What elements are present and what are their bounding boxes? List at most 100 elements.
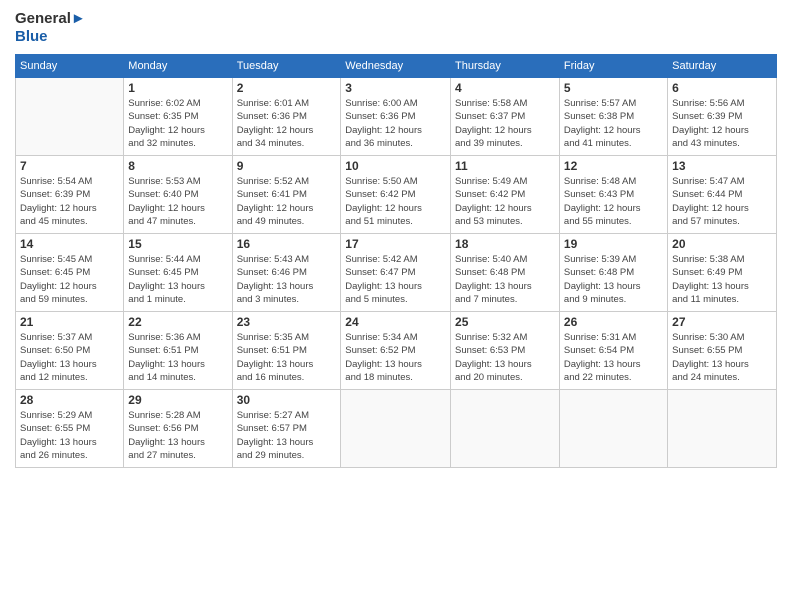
day-cell: 6 Sunrise: 5:56 AMSunset: 6:39 PMDaylight… (668, 78, 777, 156)
day-cell: 26 Sunrise: 5:31 AMSunset: 6:54 PMDayligh… (559, 312, 667, 390)
logo-blue-text: Blue (15, 28, 86, 46)
day-cell: 11 Sunrise: 5:49 AMSunset: 6:42 PMDayligh… (451, 156, 560, 234)
day-cell: 28Sunrise: 5:29 AMSunset: 6:55 PMDayligh… (16, 390, 124, 468)
day-cell: 4Sunrise: 5:58 AMSunset: 6:37 PMDaylight… (451, 78, 560, 156)
day-number: 25 (455, 315, 555, 329)
day-cell: 27Sunrise: 5:30 AMSunset: 6:55 PMDayligh… (668, 312, 777, 390)
logo-general-text: General► (15, 10, 86, 28)
day-number: 19 (564, 237, 663, 251)
day-detail: Sunrise: 5:27 AMSunset: 6:57 PMDaylight:… (237, 409, 337, 462)
day-cell: 20 Sunrise: 5:38 AMSunset: 6:49 PMDayligh… (668, 234, 777, 312)
day-cell: 23 Sunrise: 5:35 AMSunset: 6:51 PMDayligh… (232, 312, 341, 390)
day-number: 6 (672, 81, 772, 95)
day-cell: 5 Sunrise: 5:57 AMSunset: 6:38 PMDaylight… (559, 78, 667, 156)
day-number: 14 (20, 237, 119, 251)
week-row-3: 14 Sunrise: 5:45 AMSunset: 6:45 PMDayligh… (16, 234, 777, 312)
day-cell: 13Sunrise: 5:47 AMSunset: 6:44 PMDayligh… (668, 156, 777, 234)
day-detail: Sunrise: 5:38 AMSunset: 6:49 PMDaylight:… (672, 253, 772, 306)
weekday-header-sunday: Sunday (16, 55, 124, 78)
header: General► Blue (15, 10, 777, 46)
day-detail: Sunrise: 5:29 AMSunset: 6:55 PMDaylight:… (20, 409, 119, 462)
day-cell: 2Sunrise: 6:01 AMSunset: 6:36 PMDaylight… (232, 78, 341, 156)
day-detail: Sunrise: 6:02 AMSunset: 6:35 PMDaylight:… (128, 97, 227, 150)
day-detail: Sunrise: 5:40 AMSunset: 6:48 PMDaylight:… (455, 253, 555, 306)
day-number: 21 (20, 315, 119, 329)
logo: General► Blue (15, 10, 86, 46)
day-number: 7 (20, 159, 119, 173)
day-number: 20 (672, 237, 772, 251)
day-number: 30 (237, 393, 337, 407)
day-detail: Sunrise: 5:35 AMSunset: 6:51 PMDaylight:… (237, 331, 337, 384)
day-cell: 17 Sunrise: 5:42 AMSunset: 6:47 PMDayligh… (341, 234, 451, 312)
calendar-table: SundayMondayTuesdayWednesdayThursdayFrid… (15, 54, 777, 468)
day-detail: Sunrise: 5:32 AMSunset: 6:53 PMDaylight:… (455, 331, 555, 384)
day-cell: 15 Sunrise: 5:44 AMSunset: 6:45 PMDayligh… (124, 234, 232, 312)
day-cell: 12 Sunrise: 5:48 AMSunset: 6:43 PMDayligh… (559, 156, 667, 234)
day-detail: Sunrise: 5:48 AMSunset: 6:43 PMDaylight:… (564, 175, 663, 228)
day-cell: 22 Sunrise: 5:36 AMSunset: 6:51 PMDayligh… (124, 312, 232, 390)
day-cell: 16 Sunrise: 5:43 AMSunset: 6:46 PMDayligh… (232, 234, 341, 312)
day-detail: Sunrise: 5:37 AMSunset: 6:50 PMDaylight:… (20, 331, 119, 384)
day-cell (16, 78, 124, 156)
day-number: 1 (128, 81, 227, 95)
weekday-header-row: SundayMondayTuesdayWednesdayThursdayFrid… (16, 55, 777, 78)
weekday-header-saturday: Saturday (668, 55, 777, 78)
day-cell: 3 Sunrise: 6:00 AMSunset: 6:36 PMDaylight… (341, 78, 451, 156)
day-number: 8 (128, 159, 227, 173)
week-row-4: 21 Sunrise: 5:37 AMSunset: 6:50 PMDayligh… (16, 312, 777, 390)
day-number: 27 (672, 315, 772, 329)
day-cell (341, 390, 451, 468)
day-number: 22 (128, 315, 227, 329)
week-row-2: 7Sunrise: 5:54 AMSunset: 6:39 PMDaylight… (16, 156, 777, 234)
weekday-header-friday: Friday (559, 55, 667, 78)
day-detail: Sunrise: 5:50 AMSunset: 6:42 PMDaylight:… (345, 175, 446, 228)
day-number: 5 (564, 81, 663, 95)
day-number: 9 (237, 159, 337, 173)
day-number: 23 (237, 315, 337, 329)
day-number: 11 (455, 159, 555, 173)
day-cell: 9 Sunrise: 5:52 AMSunset: 6:41 PMDaylight… (232, 156, 341, 234)
day-cell: 8 Sunrise: 5:53 AMSunset: 6:40 PMDaylight… (124, 156, 232, 234)
day-cell: 21 Sunrise: 5:37 AMSunset: 6:50 PMDayligh… (16, 312, 124, 390)
day-number: 3 (345, 81, 446, 95)
day-number: 29 (128, 393, 227, 407)
day-cell (451, 390, 560, 468)
day-detail: Sunrise: 5:43 AMSunset: 6:46 PMDaylight:… (237, 253, 337, 306)
day-detail: Sunrise: 6:00 AMSunset: 6:36 PMDaylight:… (345, 97, 446, 150)
weekday-header-thursday: Thursday (451, 55, 560, 78)
day-cell: 14 Sunrise: 5:45 AMSunset: 6:45 PMDayligh… (16, 234, 124, 312)
day-number: 18 (455, 237, 555, 251)
day-cell: 25 Sunrise: 5:32 AMSunset: 6:53 PMDayligh… (451, 312, 560, 390)
day-detail: Sunrise: 5:58 AMSunset: 6:37 PMDaylight:… (455, 97, 555, 150)
day-detail: Sunrise: 5:57 AMSunset: 6:38 PMDaylight:… (564, 97, 663, 150)
day-detail: Sunrise: 5:42 AMSunset: 6:47 PMDaylight:… (345, 253, 446, 306)
day-cell: 24Sunrise: 5:34 AMSunset: 6:52 PMDayligh… (341, 312, 451, 390)
day-detail: Sunrise: 5:31 AMSunset: 6:54 PMDaylight:… (564, 331, 663, 384)
weekday-header-wednesday: Wednesday (341, 55, 451, 78)
day-number: 15 (128, 237, 227, 251)
day-detail: Sunrise: 5:44 AMSunset: 6:45 PMDaylight:… (128, 253, 227, 306)
day-cell: 7Sunrise: 5:54 AMSunset: 6:39 PMDaylight… (16, 156, 124, 234)
day-cell: 29 Sunrise: 5:28 AMSunset: 6:56 PMDayligh… (124, 390, 232, 468)
day-detail: Sunrise: 5:45 AMSunset: 6:45 PMDaylight:… (20, 253, 119, 306)
day-detail: Sunrise: 5:56 AMSunset: 6:39 PMDaylight:… (672, 97, 772, 150)
weekday-header-monday: Monday (124, 55, 232, 78)
day-number: 2 (237, 81, 337, 95)
day-number: 16 (237, 237, 337, 251)
day-cell: 30 Sunrise: 5:27 AMSunset: 6:57 PMDayligh… (232, 390, 341, 468)
week-row-5: 28Sunrise: 5:29 AMSunset: 6:55 PMDayligh… (16, 390, 777, 468)
day-number: 17 (345, 237, 446, 251)
day-number: 26 (564, 315, 663, 329)
day-number: 13 (672, 159, 772, 173)
day-detail: Sunrise: 5:36 AMSunset: 6:51 PMDaylight:… (128, 331, 227, 384)
day-detail: Sunrise: 5:52 AMSunset: 6:41 PMDaylight:… (237, 175, 337, 228)
day-number: 10 (345, 159, 446, 173)
day-detail: Sunrise: 5:49 AMSunset: 6:42 PMDaylight:… (455, 175, 555, 228)
day-cell (559, 390, 667, 468)
day-number: 24 (345, 315, 446, 329)
day-number: 12 (564, 159, 663, 173)
main-container: General► Blue SundayMondayTuesdayWednesd… (0, 0, 792, 478)
day-detail: Sunrise: 5:28 AMSunset: 6:56 PMDaylight:… (128, 409, 227, 462)
day-detail: Sunrise: 5:53 AMSunset: 6:40 PMDaylight:… (128, 175, 227, 228)
day-cell: 1 Sunrise: 6:02 AMSunset: 6:35 PMDaylight… (124, 78, 232, 156)
